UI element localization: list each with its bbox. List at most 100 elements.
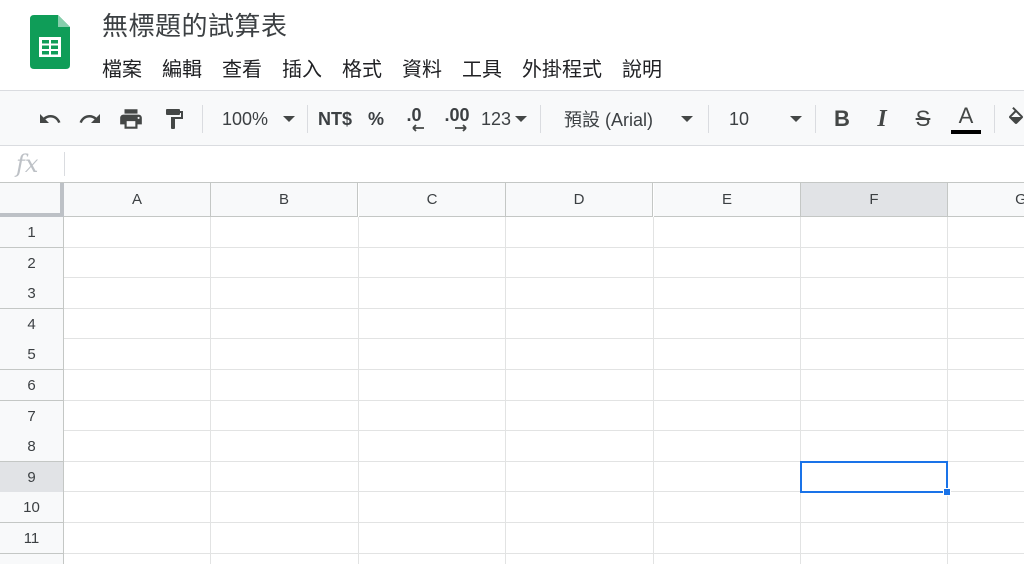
sheets-logo-icon[interactable]	[30, 15, 70, 69]
row-header-8[interactable]: 8	[0, 431, 64, 462]
column-header-c[interactable]: C	[359, 183, 506, 217]
column-header-f[interactable]: F	[801, 183, 948, 217]
row-header-1[interactable]: 1	[0, 217, 64, 248]
fill-color-button[interactable]	[1006, 91, 1024, 145]
menu-tools[interactable]: 工具	[452, 57, 512, 83]
function-icon: fx	[16, 150, 39, 178]
grid-row-line	[64, 369, 1024, 370]
row-header-7[interactable]: 7	[0, 401, 64, 432]
arrow-right-icon	[455, 124, 467, 132]
strikethrough-button[interactable]: S	[906, 91, 940, 145]
bold-button[interactable]: B	[826, 91, 858, 145]
formula-input[interactable]	[70, 150, 1010, 178]
grid-row-line	[64, 247, 1024, 248]
grid-column-line	[947, 217, 948, 564]
currency-format-button[interactable]: NT$	[314, 91, 356, 145]
toolbar-separator	[994, 105, 995, 133]
bold-icon: B	[834, 106, 850, 131]
app-header: 無標題的試算表 檔案 編輯 查看 插入 格式 資料 工具 外掛程式 說明	[0, 0, 1024, 90]
arrow-left-icon	[412, 124, 424, 132]
formula-bar: fx	[0, 146, 1024, 183]
paint-format-button[interactable]	[158, 91, 190, 145]
grid-column-line	[505, 217, 506, 564]
fill-handle[interactable]	[943, 488, 951, 496]
row-header-5[interactable]: 5	[0, 339, 64, 370]
zoom-value: 100%	[222, 108, 269, 129]
column-header-a[interactable]: A	[64, 183, 211, 217]
grid-row-line	[64, 338, 1024, 339]
paint-format-icon	[166, 109, 183, 129]
menu-file[interactable]: 檔案	[92, 57, 152, 83]
number-format-dropdown-arrow-icon	[515, 116, 527, 122]
menu-format[interactable]: 格式	[332, 57, 392, 83]
column-header-d[interactable]: D	[506, 183, 653, 217]
row-header-4[interactable]: 4	[0, 309, 64, 340]
text-color-swatch	[951, 129, 981, 134]
text-color-button[interactable]: A	[948, 91, 984, 145]
toolbar-separator	[202, 105, 203, 133]
menu-data[interactable]: 資料	[392, 57, 452, 83]
percent-format-button[interactable]: %	[363, 91, 389, 145]
toolbar-separator	[540, 105, 541, 133]
grid-column-line	[653, 217, 654, 564]
row-header-11[interactable]: 11	[0, 523, 64, 554]
column-header-b[interactable]: B	[211, 183, 358, 217]
menu-insert[interactable]: 插入	[272, 57, 332, 83]
toolbar-separator	[708, 105, 709, 133]
spreadsheet-grid[interactable]: A B C D E F G 1 2 3 4 5 6 7 8 9 10 11	[0, 183, 1024, 564]
toolbar: 100% NT$ % .0 .00 123 預設 (Arial) 10 B I …	[0, 90, 1024, 146]
undo-button[interactable]	[34, 91, 66, 145]
italic-button[interactable]: I	[866, 91, 898, 145]
percent-label: %	[367, 108, 384, 129]
toolbar-separator	[307, 105, 308, 133]
grid-column-line	[358, 217, 359, 564]
grid-row-line	[64, 308, 1024, 309]
italic-icon: I	[877, 105, 887, 132]
selected-cell[interactable]	[800, 461, 948, 493]
menu-bar: 檔案 編輯 查看 插入 格式 資料 工具 外掛程式 說明	[92, 56, 672, 84]
menu-edit[interactable]: 編輯	[152, 57, 212, 83]
column-header-g[interactable]: G	[948, 183, 1024, 217]
font-size-dropdown-arrow-icon	[790, 116, 802, 122]
font-family-select[interactable]: 預設 (Arial)	[550, 91, 700, 145]
row-header-6[interactable]: 6	[0, 370, 64, 401]
increase-decimal-label: .00	[444, 105, 470, 125]
grid-row-line	[64, 430, 1024, 431]
menu-addons[interactable]: 外掛程式	[512, 57, 612, 83]
select-all-corner[interactable]	[0, 183, 64, 217]
print-button[interactable]	[114, 91, 148, 145]
currency-label: NT$	[317, 108, 352, 129]
redo-button[interactable]	[74, 91, 106, 145]
fill-color-icon	[1008, 107, 1024, 124]
font-family-value: 預設 (Arial)	[564, 110, 653, 130]
grid-column-line	[210, 217, 211, 564]
formula-bar-separator	[64, 152, 65, 176]
strikethrough-icon: S	[915, 106, 931, 131]
menu-view[interactable]: 查看	[212, 57, 272, 83]
grid-row-line	[64, 277, 1024, 278]
row-header-2[interactable]: 2	[0, 248, 64, 279]
grid-row-line	[64, 553, 1024, 554]
row-header-3[interactable]: 3	[0, 278, 64, 309]
toolbar-separator	[815, 105, 816, 133]
grid-column-line	[800, 217, 801, 564]
row-header-9[interactable]: 9	[0, 462, 64, 493]
font-family-dropdown-arrow-icon	[681, 116, 693, 122]
increase-decimal-button[interactable]: .00	[438, 91, 476, 145]
row-header-partial[interactable]	[0, 554, 64, 564]
decrease-decimal-label: .0	[406, 105, 422, 125]
grid-row-line	[64, 522, 1024, 523]
undo-icon	[40, 114, 61, 123]
text-color-icon: A	[958, 102, 974, 128]
document-title[interactable]: 無標題的試算表	[102, 10, 288, 42]
zoom-dropdown-arrow-icon	[283, 116, 295, 122]
row-header-10[interactable]: 10	[0, 492, 64, 523]
print-icon	[120, 109, 142, 129]
font-size-value: 10	[729, 108, 750, 129]
grid-row-line	[64, 400, 1024, 401]
number-format-label: 123	[481, 108, 512, 129]
menu-help[interactable]: 說明	[612, 57, 672, 83]
decrease-decimal-button[interactable]: .0	[398, 91, 430, 145]
column-header-e[interactable]: E	[654, 183, 801, 217]
redo-icon	[79, 114, 100, 123]
